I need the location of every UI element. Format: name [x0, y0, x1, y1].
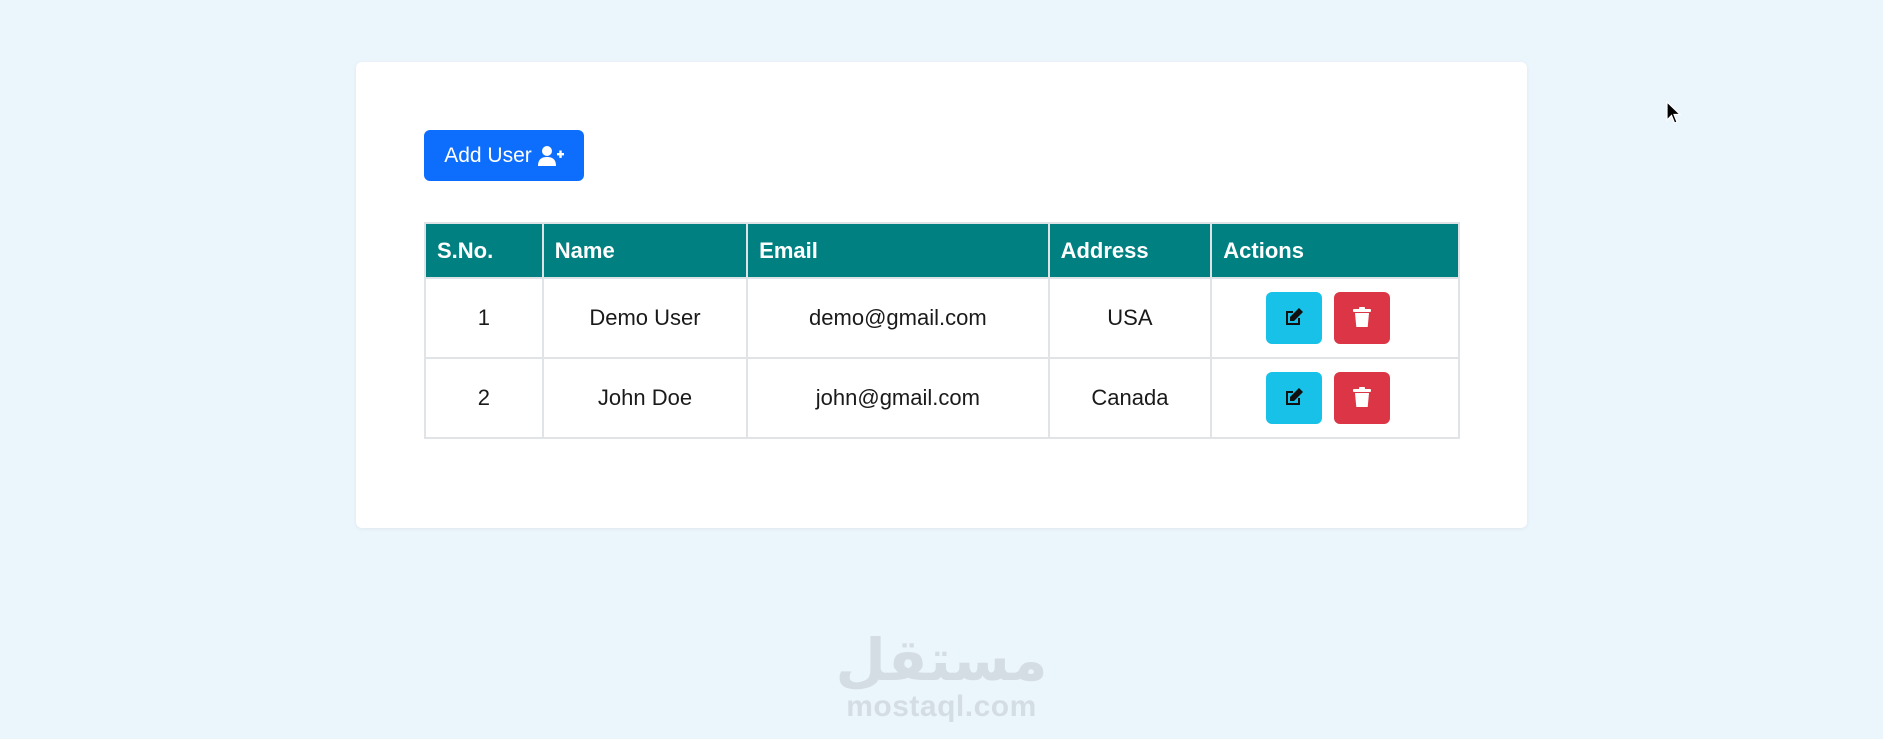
add-user-button[interactable]: Add User	[424, 130, 584, 181]
column-header-actions: Actions	[1210, 222, 1460, 279]
column-header-address: Address	[1047, 222, 1213, 279]
cell-email: john@gmail.com	[746, 357, 1050, 439]
cell-name: Demo User	[541, 277, 749, 359]
row-actions	[1213, 292, 1457, 344]
delete-user-button[interactable]	[1334, 292, 1391, 344]
column-header-name: Name	[541, 222, 749, 279]
watermark-logo: مستقل mostaql.com	[0, 630, 1883, 724]
cell-name: John Doe	[541, 357, 749, 439]
column-header-sno: S.No.	[424, 222, 544, 279]
table-header-row: S.No. Name Email Address Actions	[424, 222, 1460, 279]
edit-user-button[interactable]	[1266, 292, 1323, 344]
cell-sno: 1	[424, 277, 544, 359]
trash-icon	[1352, 386, 1372, 411]
watermark-latin-text: mostaql.com	[846, 690, 1037, 723]
cell-sno: 2	[424, 357, 544, 439]
edit-icon	[1283, 386, 1305, 411]
table-row: 2 John Doe john@gmail.com Canada	[424, 357, 1460, 439]
cell-address: Canada	[1047, 357, 1213, 439]
row-actions	[1213, 372, 1457, 424]
table-row: 1 Demo User demo@gmail.com USA	[424, 277, 1460, 359]
add-user-label: Add User	[444, 143, 532, 167]
cell-actions	[1210, 277, 1460, 359]
users-card: Add User S.No. Name Email Address Action…	[356, 62, 1527, 528]
edit-user-button[interactable]	[1266, 372, 1323, 424]
trash-icon	[1352, 306, 1372, 331]
edit-icon	[1283, 306, 1305, 331]
cell-address: USA	[1047, 277, 1213, 359]
cell-email: demo@gmail.com	[746, 277, 1050, 359]
user-plus-icon	[537, 145, 564, 167]
watermark-arabic-text: مستقل	[835, 626, 1048, 694]
column-header-email: Email	[746, 222, 1050, 279]
mouse-cursor-icon	[1666, 100, 1682, 130]
cell-actions	[1210, 357, 1460, 439]
users-table: S.No. Name Email Address Actions 1 Demo …	[424, 222, 1460, 439]
delete-user-button[interactable]	[1334, 372, 1391, 424]
